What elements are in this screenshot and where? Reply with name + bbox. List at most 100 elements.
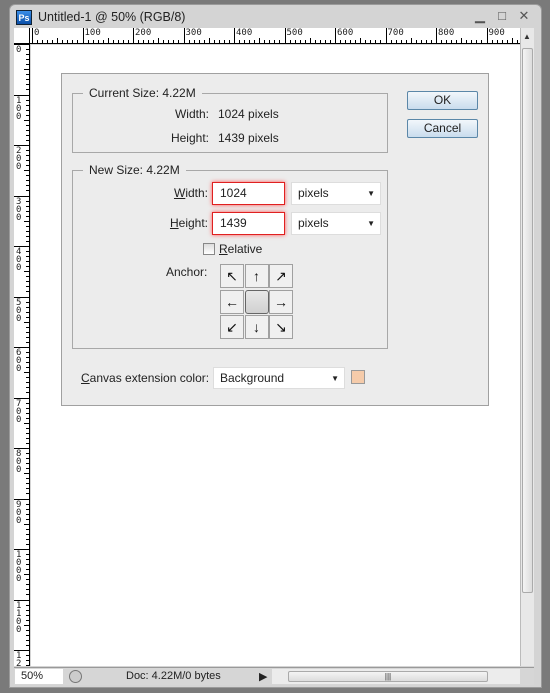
canvas-extension-color-swatch[interactable] <box>351 370 365 384</box>
anchor-e-arrow-icon[interactable]: → <box>269 289 293 314</box>
anchor-w-arrow-icon[interactable]: ← <box>220 289 244 314</box>
cancel-button[interactable]: Cancel <box>407 119 478 138</box>
ruler-tick <box>26 326 29 328</box>
ruler-tick <box>26 235 29 237</box>
ruler-tick <box>26 508 29 510</box>
ruler-tick <box>244 40 246 43</box>
ruler-tick <box>26 316 29 318</box>
horizontal-scroll-thumb[interactable]: ||| <box>288 671 488 682</box>
vertical-scroll-thumb[interactable] <box>522 48 533 593</box>
ruler-tick <box>218 40 220 43</box>
ruler-tick <box>26 251 29 253</box>
window-title: Untitled-1 @ 50% (RGB/8) <box>38 10 186 24</box>
ruler-tick <box>122 40 124 43</box>
ruler-tick <box>511 38 513 43</box>
ruler-tick <box>26 336 29 338</box>
horizontal-scrollbar[interactable]: ||| <box>272 669 520 684</box>
canvas-extension-select[interactable]: Background ▼ <box>213 367 345 389</box>
ruler-tick <box>319 40 321 43</box>
ruler-label: 100 <box>84 28 101 38</box>
close-icon[interactable]: ✕ <box>516 8 532 24</box>
ruler-tick <box>506 40 508 43</box>
ruler-origin[interactable] <box>14 28 30 44</box>
ruler-tick <box>26 134 29 136</box>
status-bar: 50% Doc: 4.22M/0 bytes ▶ ||| <box>14 667 534 685</box>
ruler-tick <box>26 437 29 439</box>
maximize-icon[interactable]: □ <box>494 8 510 24</box>
canvas-extension-label: Canvas extension color: <box>81 371 210 385</box>
ruler-tick <box>294 40 296 43</box>
ruler-tick <box>26 190 29 192</box>
anchor-se-arrow-icon[interactable]: ↘ <box>269 315 293 339</box>
anchor-sw-arrow-icon[interactable]: ↙ <box>220 315 244 339</box>
height-label: Height: <box>169 216 208 230</box>
ruler-tick <box>370 40 372 43</box>
ruler-tick <box>26 392 29 394</box>
ruler-tick <box>26 74 29 76</box>
vertical-scrollbar[interactable]: ▲ <box>520 28 534 666</box>
ruler-tick <box>26 503 29 505</box>
ruler-tick <box>26 301 29 303</box>
height-unit-select[interactable]: pixels ▼ <box>291 212 381 235</box>
ruler-tick <box>26 129 29 131</box>
anchor-s-arrow-icon[interactable]: ↓ <box>244 315 269 339</box>
ruler-tick <box>26 569 29 571</box>
ruler-tick <box>466 40 468 43</box>
width-unit-select[interactable]: pixels ▼ <box>291 182 381 205</box>
ruler-tick <box>309 38 311 43</box>
ruler-tick <box>26 79 29 81</box>
ruler-tick <box>37 40 39 43</box>
ruler-tick <box>26 453 29 455</box>
ruler-tick <box>26 579 29 581</box>
anchor-center-button[interactable] <box>244 289 269 314</box>
ruler-tick <box>14 44 29 45</box>
ruler-tick <box>284 28 286 43</box>
ruler-tick <box>14 195 29 197</box>
height-input[interactable]: 1439 <box>212 212 285 235</box>
ruler-tick <box>24 574 29 576</box>
ruler-label: 1000 <box>16 550 22 584</box>
width-input[interactable]: 1024 <box>212 182 285 205</box>
ruler-tick <box>97 40 99 43</box>
anchor-nw-arrow-icon[interactable]: ↖ <box>220 264 244 288</box>
ruler-tick <box>26 493 29 495</box>
ruler-tick <box>178 40 180 43</box>
ruler-tick <box>274 40 276 43</box>
zoom-field[interactable]: 50% <box>15 669 63 684</box>
ruler-tick <box>24 473 29 475</box>
ruler-tick <box>360 38 362 43</box>
ruler-tick <box>26 84 29 86</box>
ruler-tick <box>14 145 29 146</box>
relative-checkbox[interactable] <box>203 243 215 255</box>
status-info-icon[interactable] <box>69 670 82 683</box>
minimize-icon[interactable]: ▁ <box>472 8 488 24</box>
ruler-tick <box>47 40 49 43</box>
anchor-n-arrow-icon[interactable]: ↑ <box>244 264 269 288</box>
current-width-value: 1024 pixels <box>218 107 279 121</box>
ok-button[interactable]: OK <box>407 91 478 110</box>
ruler-tick <box>304 40 306 43</box>
ruler-tick <box>234 28 235 43</box>
ruler-tick <box>26 594 29 596</box>
ruler-tick <box>26 109 29 111</box>
chevron-down-icon: ▼ <box>331 374 339 383</box>
ruler-tick <box>26 463 29 465</box>
ruler-tick <box>112 40 114 43</box>
ruler-tick <box>72 40 74 43</box>
status-menu-arrow-icon[interactable]: ▶ <box>259 670 267 683</box>
ruler-label: 400 <box>236 28 253 38</box>
ruler-tick <box>26 559 29 561</box>
anchor-ne-arrow-icon[interactable]: ↗ <box>269 264 293 288</box>
ruler-tick <box>24 170 29 172</box>
ruler-tick <box>127 40 129 43</box>
ruler-label: 300 <box>16 196 22 223</box>
ruler-tick <box>153 40 155 43</box>
ruler-tick <box>26 609 29 611</box>
ruler-tick <box>26 382 29 384</box>
vertical-ruler[interactable]: 0 100 200 300 400 500 600 700 800 900 1000 1100 1200 <box>14 44 30 666</box>
ruler-label: 800 <box>438 28 455 38</box>
horizontal-ruler[interactable]: 0 100 200 300 400 500 600 700 800 900 <box>30 28 520 44</box>
ruler-tick <box>26 341 29 343</box>
ruler-tick <box>26 276 29 278</box>
ruler-tick <box>26 155 29 157</box>
